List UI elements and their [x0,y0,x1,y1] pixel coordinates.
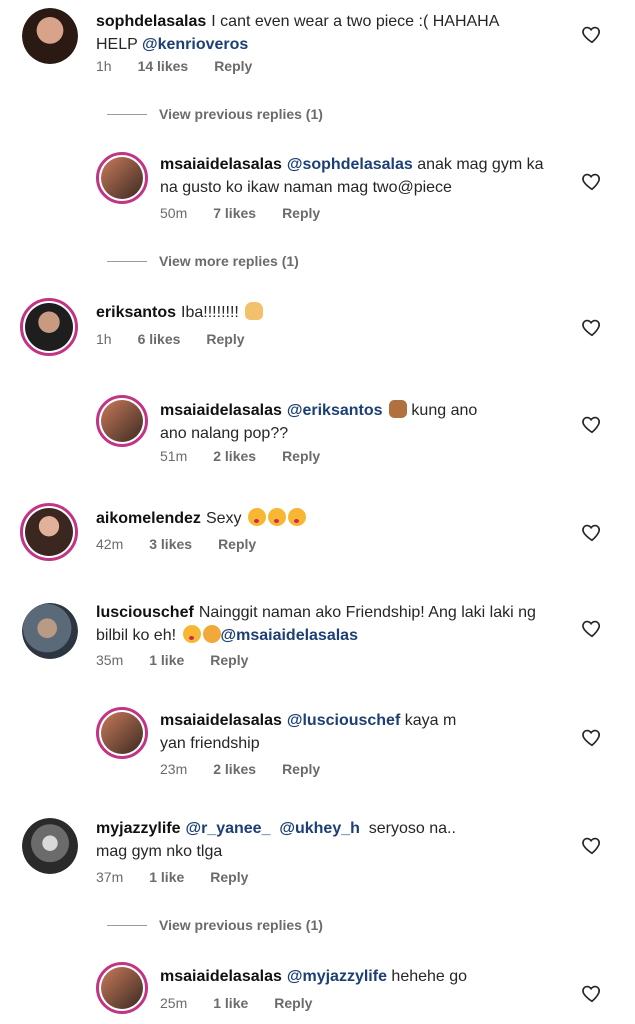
reply-button[interactable]: Reply [214,58,252,74]
comment-username[interactable]: msaiaidelasalas [160,402,282,419]
kiss-emoji-icon [267,508,286,526]
avatar[interactable] [20,503,78,561]
comment-body: Iba!!!!!!!! [181,304,239,321]
comment-likes[interactable]: 7 likes [213,205,256,221]
comment-text: msaiaidelasalas @myjazzylife hehehe go [160,965,560,988]
divider-line [107,924,147,926]
comment-meta: 1h 14 likes Reply [96,58,278,74]
comment-meta: 1h 6 likes Reply [96,331,271,347]
comment-time: 25m [160,995,188,1011]
view-replies-label: View more replies (1) [159,253,299,269]
comment-likes[interactable]: 3 likes [149,536,192,552]
divider-line [107,113,147,115]
heart-outline-icon[interactable] [581,413,603,435]
avatar[interactable] [22,603,78,659]
reply-button[interactable]: Reply [274,995,312,1011]
reply-button[interactable]: Reply [210,869,248,885]
comment-text: msaiaidelasalas @eriksantos kung ano ano … [160,399,490,445]
heart-outline-icon[interactable] [581,834,603,856]
comment-username[interactable]: msaiaidelasalas [160,968,282,985]
comment-time: 1h [96,331,112,347]
comment-username[interactable]: aikomelendez [96,510,201,527]
comment-username[interactable]: msaiaidelasalas [160,712,282,729]
kiss-emoji-icon [247,508,266,526]
comment-meta: 35m 1 like Reply [96,652,274,668]
comment-time: 37m [96,869,124,885]
comment-time: 42m [96,536,124,552]
comment-text: myjazzylife @r_yanee_ @ukhey_h seryoso na… [96,817,476,863]
comment-likes[interactable]: 1 like [149,869,184,885]
comment-meta: 51m 2 likes Reply [160,448,346,464]
kiss-emoji-icon [287,508,306,526]
mention-link[interactable]: @r_yanee_ [185,820,270,837]
avatar[interactable] [20,298,78,356]
mention-link[interactable]: @sophdelasalas [287,156,413,173]
smile-emoji-icon [202,625,221,643]
reply-button[interactable]: Reply [210,652,248,668]
view-replies-button[interactable]: View previous replies (1) [107,106,323,122]
comment-likes[interactable]: 14 likes [138,58,189,74]
mention-link[interactable]: @ukhey_h [279,820,360,837]
comment-likes[interactable]: 1 like [213,995,248,1011]
comment-text: eriksantos Iba!!!!!!!! [96,301,536,324]
avatar[interactable] [96,395,148,447]
comment-text: aikomelendez Sexy [96,507,536,530]
reply-button[interactable]: Reply [206,331,244,347]
heart-outline-icon[interactable] [581,982,603,1004]
mention-link[interactable]: @myjazzylife [287,968,387,985]
comment-body: Sexy [205,510,242,527]
heart-outline-icon[interactable] [581,23,603,45]
comment-time: 1h [96,58,112,74]
comment-username[interactable]: myjazzylife [96,820,180,837]
comment-text: lusciouschef Nainggit naman ako Friendshi… [96,601,536,647]
comment-likes[interactable]: 1 like [149,652,184,668]
comment-username[interactable]: msaiaidelasalas [160,156,282,173]
comment-text: sophdelasalas I cant even wear a two piec… [96,10,536,56]
reply-button[interactable]: Reply [282,448,320,464]
view-replies-label: View previous replies (1) [159,106,323,122]
comment-likes[interactable]: 2 likes [213,761,256,777]
comment-meta: 25m 1 like Reply [160,995,338,1011]
heart-outline-icon[interactable] [581,617,603,639]
avatar[interactable] [96,962,148,1014]
comment-time: 50m [160,205,188,221]
view-replies-button[interactable]: View more replies (1) [107,253,299,269]
comment-meta: 42m 3 likes Reply [96,536,282,552]
mention-link[interactable]: @lusciouschef [287,712,400,729]
comment-text: msaiaidelasalas @sophdelasalas anak mag g… [160,153,560,199]
mention-link[interactable]: @kenrioveros [142,36,248,53]
comment-meta: 23m 2 likes Reply [160,761,346,777]
comment-time: 23m [160,761,188,777]
avatar[interactable] [96,707,148,759]
comment-meta: 50m 7 likes Reply [160,205,346,221]
heart-outline-icon[interactable] [581,316,603,338]
comment-time: 35m [96,652,124,668]
view-replies-button[interactable]: View previous replies (1) [107,917,323,933]
comment-likes[interactable]: 6 likes [138,331,181,347]
avatar[interactable] [22,8,78,64]
heart-outline-icon[interactable] [581,521,603,543]
reply-button[interactable]: Reply [282,205,320,221]
comment-username[interactable]: eriksantos [96,304,176,321]
comment-time: 51m [160,448,188,464]
reply-button[interactable]: Reply [282,761,320,777]
divider-line [107,260,147,262]
comment-username[interactable]: lusciouschef [96,604,194,621]
avatar[interactable] [96,152,148,204]
comment-username[interactable]: sophdelasalas [96,13,206,30]
heart-outline-icon[interactable] [581,726,603,748]
view-replies-label: View previous replies (1) [159,917,323,933]
raising-hands-emoji-icon [245,302,264,320]
kiss-emoji-icon [182,625,201,643]
mention-link[interactable]: @eriksantos [287,402,383,419]
avatar[interactable] [22,818,78,874]
comment-body: hehehe go [391,968,468,985]
thumbs-up-emoji-icon [388,400,407,418]
comment-meta: 37m 1 like Reply [96,869,274,885]
reply-button[interactable]: Reply [218,536,256,552]
comment-likes[interactable]: 2 likes [213,448,256,464]
heart-outline-icon[interactable] [581,170,603,192]
mention-link[interactable]: @msaiaidelasalas [221,627,358,644]
comment-text: msaiaidelasalas @lusciouschef kaya m yan … [160,709,460,755]
